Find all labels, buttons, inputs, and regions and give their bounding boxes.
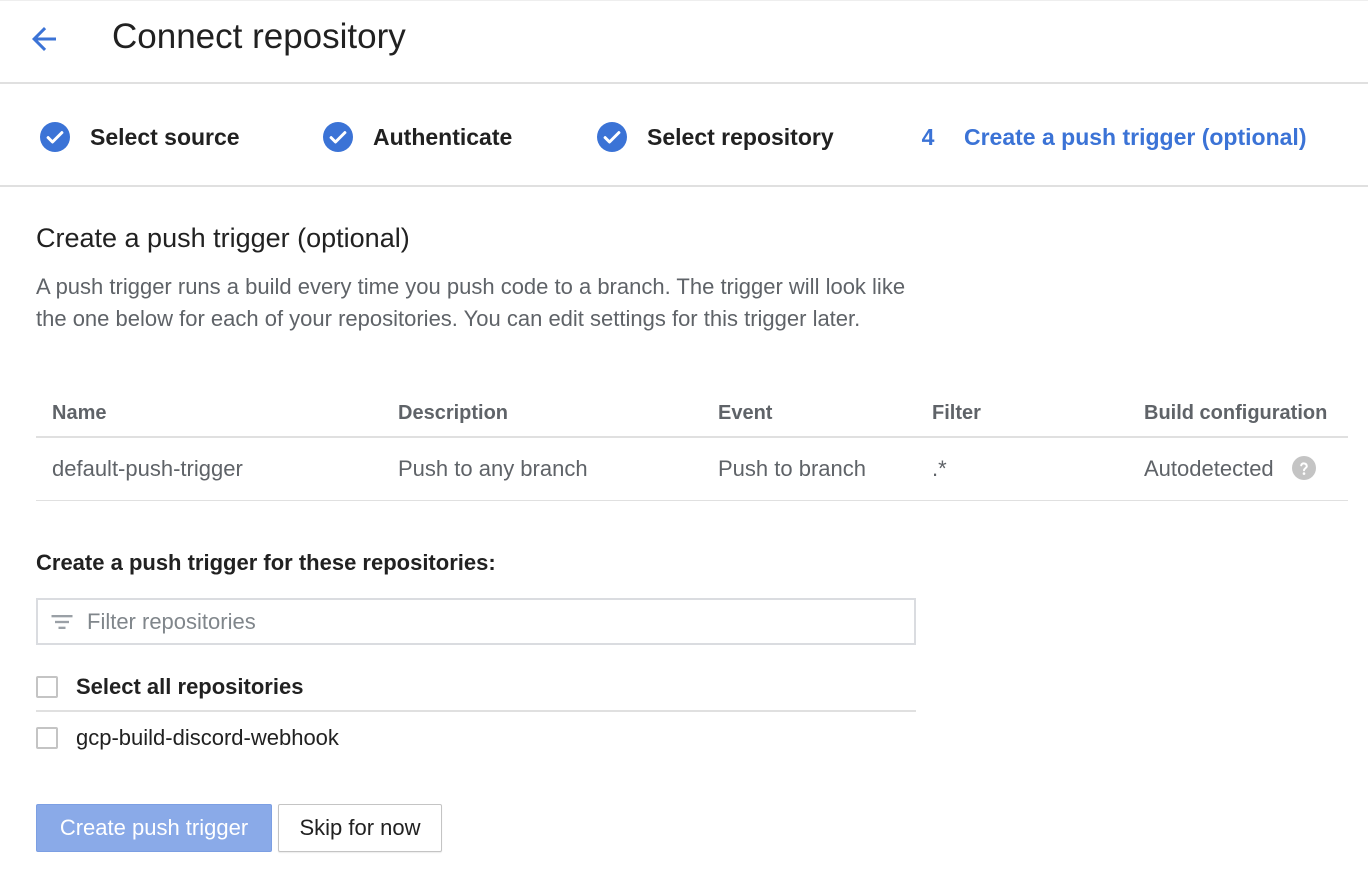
- cell-description: Push to any branch: [382, 437, 702, 501]
- cell-build-configuration: Autodetected: [1128, 437, 1348, 501]
- stepper: Select source Authenticate Select reposi…: [0, 86, 1368, 187]
- step-label: Select source: [90, 123, 240, 150]
- select-all-label: Select all repositories: [76, 674, 304, 699]
- filter-list-icon: [47, 607, 77, 637]
- section-title: Create a push trigger (optional): [36, 223, 410, 253]
- list-item[interactable]: gcp-build-discord-webhook: [36, 714, 916, 762]
- step-select-repository: Select repository: [597, 120, 834, 154]
- table-row: default-push-trigger Push to any branch …: [36, 437, 1348, 501]
- column-header-description: Description: [382, 390, 702, 438]
- step-label: Authenticate: [373, 123, 513, 150]
- filter-repositories-input[interactable]: [87, 608, 887, 635]
- step-authenticate: Authenticate: [323, 120, 512, 154]
- create-push-trigger-button[interactable]: Create push trigger: [36, 804, 272, 852]
- select-all-repositories-row[interactable]: Select all repositories: [36, 664, 916, 712]
- back-button[interactable]: [22, 19, 66, 59]
- step-number: 4: [921, 123, 935, 150]
- step-label: Select repository: [647, 123, 834, 150]
- page-title: Connect repository: [112, 17, 406, 56]
- skip-for-now-button[interactable]: Skip for now: [278, 804, 442, 852]
- cell-event: Push to branch: [702, 437, 916, 501]
- table-header-row: Name Description Event Filter Build conf…: [36, 390, 1348, 438]
- repository-checkbox[interactable]: [36, 727, 58, 749]
- filter-repositories-box: [36, 598, 916, 645]
- cell-name: default-push-trigger: [36, 437, 382, 501]
- column-header-build-configuration: Build configuration: [1128, 390, 1348, 438]
- cell-filter: .*: [916, 437, 1128, 501]
- check-circle-icon: [40, 122, 70, 152]
- step-select-source: Select source: [40, 120, 240, 154]
- column-header-name: Name: [36, 390, 382, 438]
- arrow-back-icon: [32, 27, 56, 51]
- step-label: Create a push trigger (optional): [964, 123, 1307, 150]
- check-circle-icon: [597, 122, 627, 152]
- select-all-checkbox[interactable]: [36, 676, 58, 698]
- step-create-push-trigger: 4 Create a push trigger (optional): [920, 120, 1307, 154]
- build-configuration-value: Autodetected: [1144, 455, 1274, 481]
- help-circle-icon[interactable]: [1291, 456, 1316, 481]
- section-description: A push trigger runs a build every time y…: [36, 274, 906, 331]
- repository-label: gcp-build-discord-webhook: [76, 725, 339, 750]
- check-circle-icon: [323, 122, 353, 152]
- trigger-table: Name Description Event Filter Build conf…: [36, 390, 1348, 501]
- repositories-heading: Create a push trigger for these reposito…: [36, 550, 496, 575]
- column-header-filter: Filter: [916, 390, 1128, 438]
- top-bar: Connect repository: [0, 0, 1368, 84]
- column-header-event: Event: [702, 390, 916, 438]
